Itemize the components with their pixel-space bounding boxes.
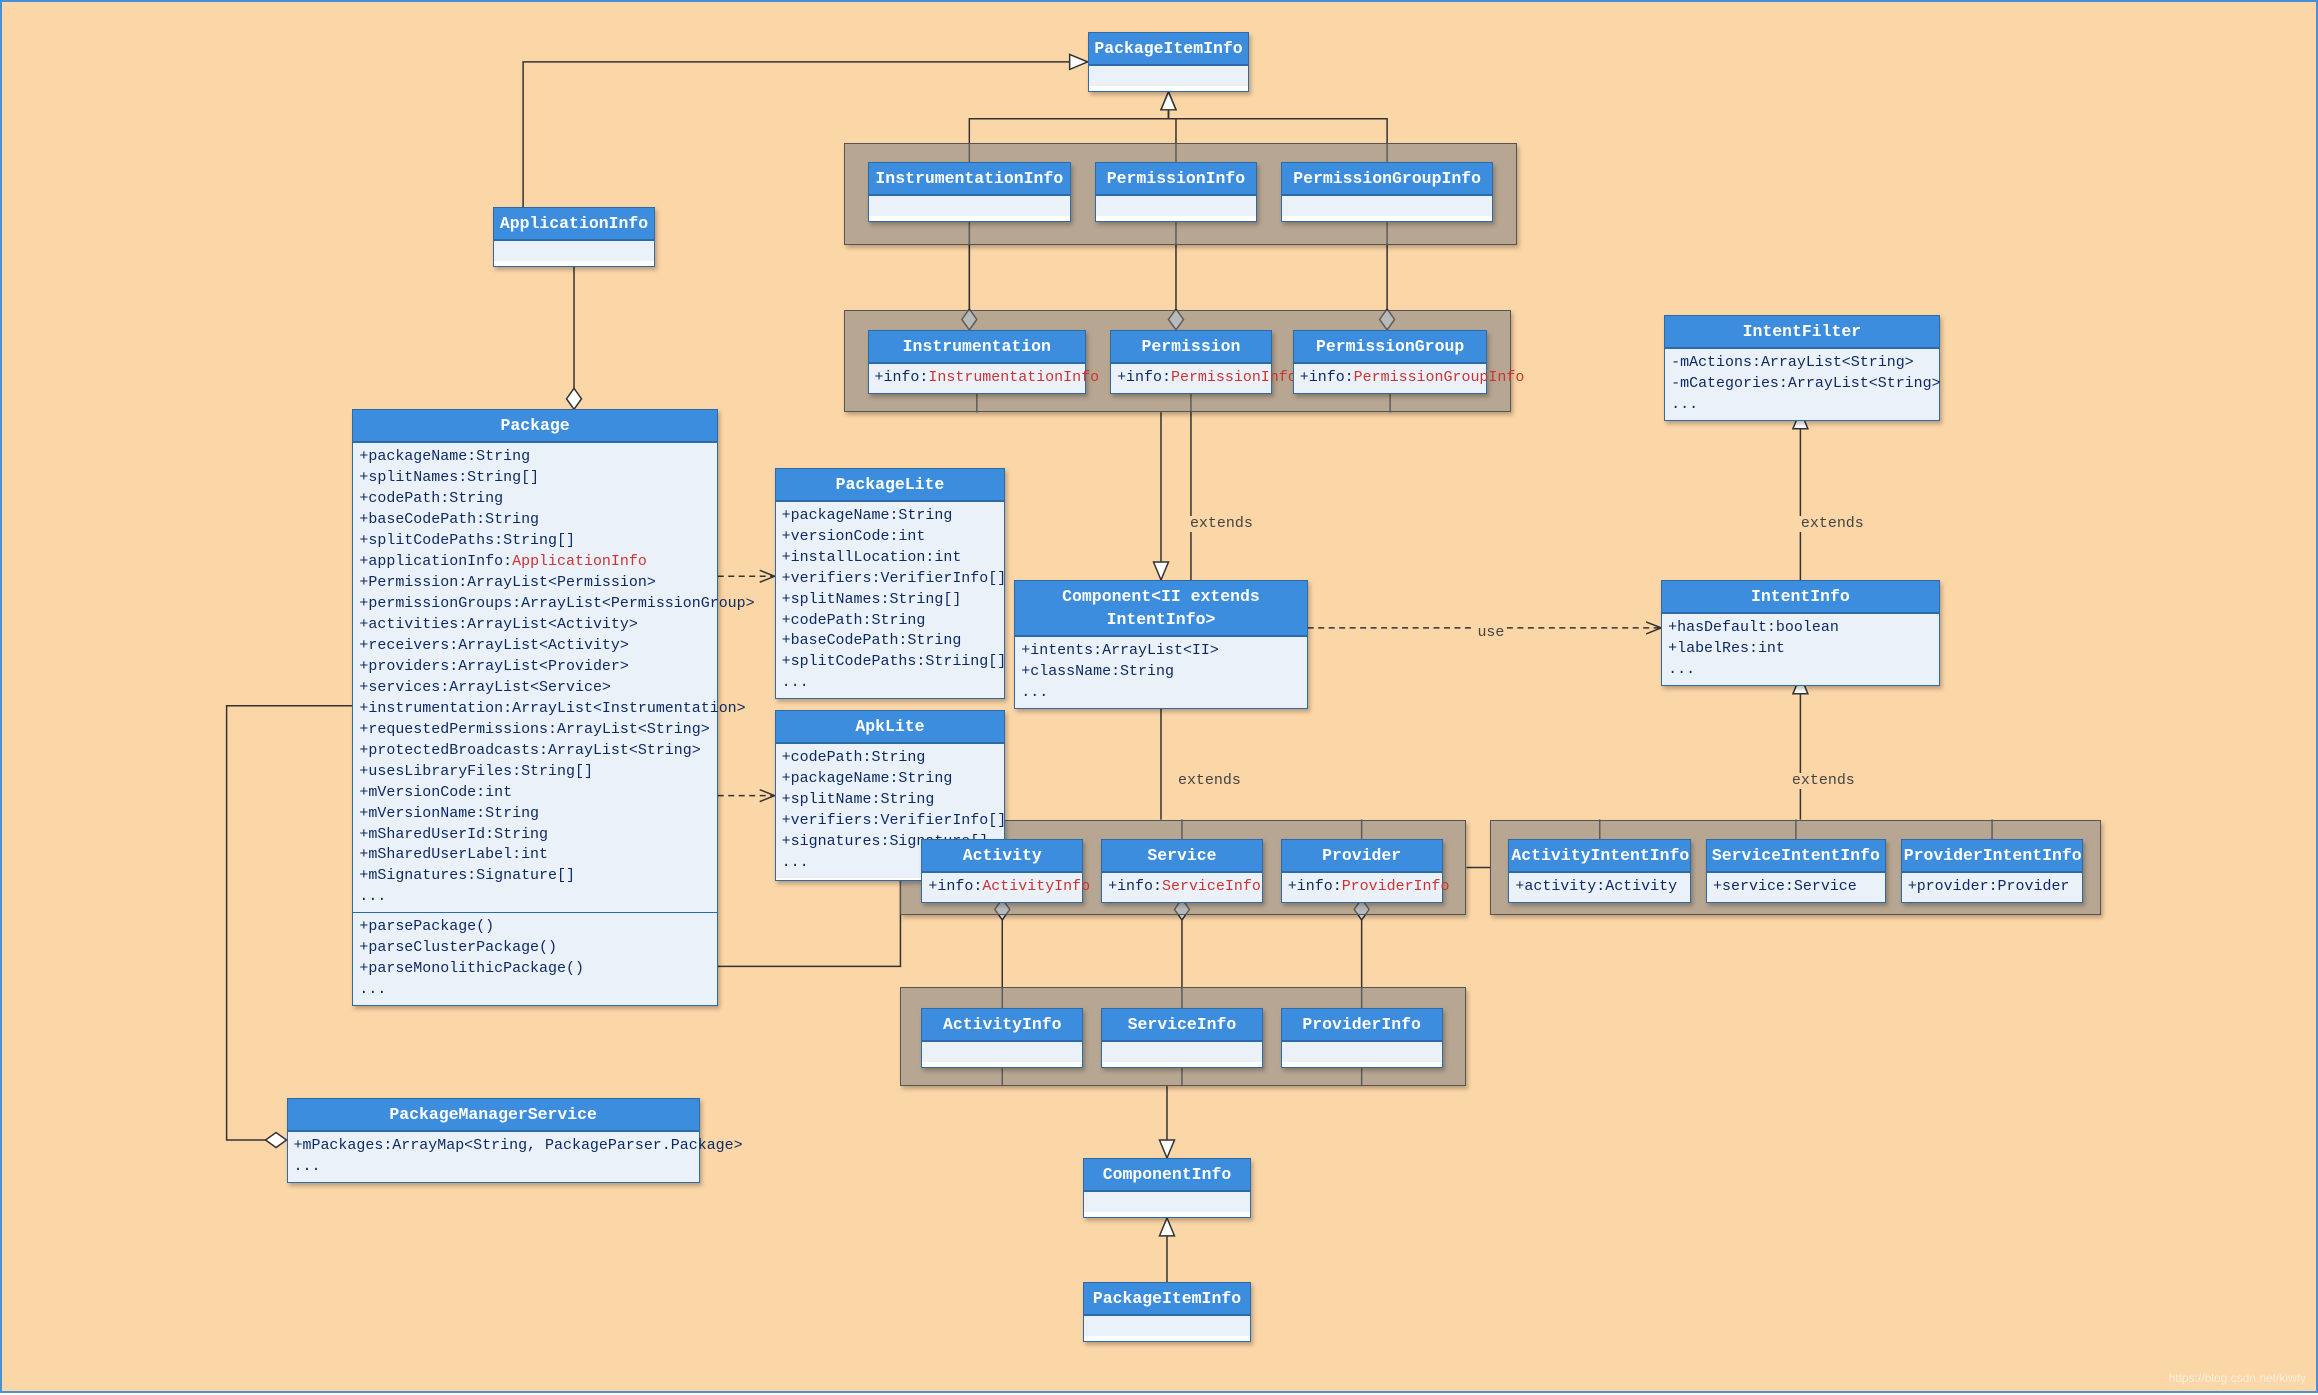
class-title: IntentInfo xyxy=(1662,581,1939,613)
class-attrs: +info:PermissionGroupInfo xyxy=(1294,363,1487,393)
class-applicationinfo: ApplicationInfo xyxy=(493,207,655,267)
class-title: ServiceInfo xyxy=(1102,1009,1262,1041)
edge-label-extends: extends xyxy=(1176,773,1243,789)
class-attrs: +packageName:String+splitNames:String[]+… xyxy=(353,442,716,912)
uml-diagram: PackageItemInfo InstrumentationInfo Perm… xyxy=(0,0,2318,1393)
class-attrs: +info:ActivityInfo xyxy=(922,872,1082,902)
class-attrs: +hasDefault:boolean+labelRes:int... xyxy=(1662,613,1939,685)
class-title: PackageItemInfo xyxy=(1084,1283,1250,1315)
class-ops: +parsePackage()+parseClusterPackage()+pa… xyxy=(353,912,716,1005)
class-title: PermissionInfo xyxy=(1096,163,1256,195)
class-serviceinfo: ServiceInfo xyxy=(1101,1008,1263,1068)
class-packagemanagerservice: PackageManagerService +mPackages:ArrayMa… xyxy=(287,1098,700,1183)
class-title: PackageManagerService xyxy=(288,1099,699,1131)
class-attrs: +info:ProviderInfo xyxy=(1282,872,1442,902)
class-providerinfo: ProviderInfo xyxy=(1281,1008,1443,1068)
edge-label-use: use xyxy=(1475,625,1506,641)
class-providerintentinfo: ProviderIntentInfo +provider:Provider xyxy=(1901,839,2084,903)
class-title: Activity xyxy=(922,840,1082,872)
class-provider: Provider +info:ProviderInfo xyxy=(1281,839,1443,903)
class-permissiongroup: PermissionGroup +info:PermissionGroupInf… xyxy=(1293,330,1488,394)
class-component: Component<II extends IntentInfo> +intent… xyxy=(1014,580,1307,709)
class-title: PermissionGroup xyxy=(1294,331,1487,363)
class-title: PackageLite xyxy=(776,469,1005,501)
class-title: Service xyxy=(1102,840,1262,872)
class-attrs: +provider:Provider xyxy=(1902,872,2083,902)
class-attrs: +info:InstrumentationInfo xyxy=(869,363,1086,393)
class-title: InstrumentationInfo xyxy=(869,163,1071,195)
class-title: ProviderInfo xyxy=(1282,1009,1442,1041)
class-instrumentationinfo: InstrumentationInfo xyxy=(868,162,1072,222)
class-title: IntentFilter xyxy=(1665,316,1939,348)
class-permissioninfo: PermissionInfo xyxy=(1095,162,1257,222)
class-title: PackageItemInfo xyxy=(1089,33,1249,65)
class-activityintentinfo: ActivityIntentInfo +activity:Activity xyxy=(1508,839,1691,903)
class-title: Permission xyxy=(1111,331,1271,363)
class-title: ActivityInfo xyxy=(922,1009,1082,1041)
watermark: https://blog.csdn.net/kiwfy xyxy=(2169,1371,2306,1385)
class-title: ApkLite xyxy=(776,711,1005,743)
class-attrs: +activity:Activity xyxy=(1509,872,1690,902)
class-title: Instrumentation xyxy=(869,331,1086,363)
class-componentinfo: ComponentInfo xyxy=(1083,1158,1251,1218)
class-attrs: +info:ServiceInfo xyxy=(1102,872,1262,902)
edge-label-extends: extends xyxy=(1799,516,1866,532)
class-title: ServiceIntentInfo xyxy=(1707,840,1885,872)
class-title: Provider xyxy=(1282,840,1442,872)
class-attrs: +packageName:String+versionCode:int+inst… xyxy=(776,501,1005,699)
class-title: Component<II extends IntentInfo> xyxy=(1015,581,1306,636)
class-title: PermissionGroupInfo xyxy=(1282,163,1493,195)
class-activityinfo: ActivityInfo xyxy=(921,1008,1083,1068)
class-packageiteminfo-bot: PackageItemInfo xyxy=(1083,1282,1251,1342)
class-intentinfo: IntentInfo +hasDefault:boolean+labelRes:… xyxy=(1661,580,1940,686)
class-packageiteminfo-top: PackageItemInfo xyxy=(1088,32,1250,92)
class-attrs: +service:Service xyxy=(1707,872,1885,902)
class-attrs: +mPackages:ArrayMap<String, PackageParse… xyxy=(288,1131,699,1182)
class-title: ProviderIntentInfo xyxy=(1902,840,2083,872)
class-instrumentation: Instrumentation +info:InstrumentationInf… xyxy=(868,330,1087,394)
class-attrs: +intents:ArrayList<II>+className:String.… xyxy=(1015,636,1306,708)
class-permissiongroupinfo: PermissionGroupInfo xyxy=(1281,162,1494,222)
class-intentfilter: IntentFilter -mActions:ArrayList<String>… xyxy=(1664,315,1940,421)
class-service: Service +info:ServiceInfo xyxy=(1101,839,1263,903)
class-package: Package +packageName:String+splitNames:S… xyxy=(352,409,717,1006)
class-packagelite: PackageLite +packageName:String+versionC… xyxy=(775,468,1006,700)
class-attrs: +info:PermissionInfo xyxy=(1111,363,1271,393)
edge-label-extends: extends xyxy=(1790,773,1857,789)
class-body-blank xyxy=(1089,65,1249,86)
class-serviceintentinfo: ServiceIntentInfo +service:Service xyxy=(1706,839,1886,903)
class-attrs: -mActions:ArrayList<String>-mCategories:… xyxy=(1665,348,1939,420)
class-permission: Permission +info:PermissionInfo xyxy=(1110,330,1272,394)
class-title: ComponentInfo xyxy=(1084,1159,1250,1191)
class-title: Package xyxy=(353,410,716,442)
edge-label-extends: extends xyxy=(1188,516,1255,532)
class-activity: Activity +info:ActivityInfo xyxy=(921,839,1083,903)
class-title: ApplicationInfo xyxy=(494,208,654,240)
class-title: ActivityIntentInfo xyxy=(1509,840,1690,872)
